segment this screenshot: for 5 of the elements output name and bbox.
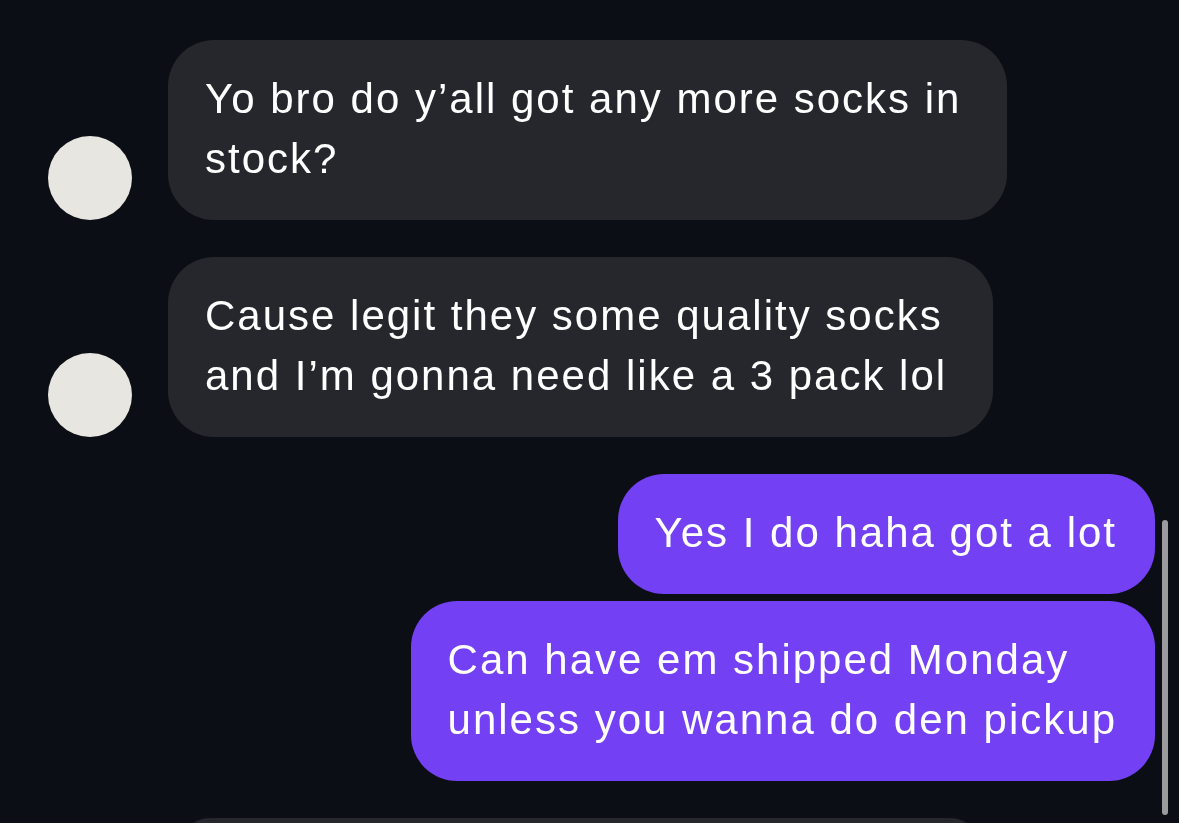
received-message: Cause legit they some quality socks and I’m gonna need like a 3 pack lol bbox=[168, 257, 994, 437]
sent-message: Can have em shipped Monday unless you wanna do den pickup bbox=[410, 601, 1155, 781]
sent-message: Yes I do haha got a lot bbox=[617, 474, 1155, 594]
received-message: Yo bro do y’all got any more socks in stock? bbox=[168, 40, 1008, 220]
scrollbar[interactable] bbox=[1162, 520, 1168, 815]
